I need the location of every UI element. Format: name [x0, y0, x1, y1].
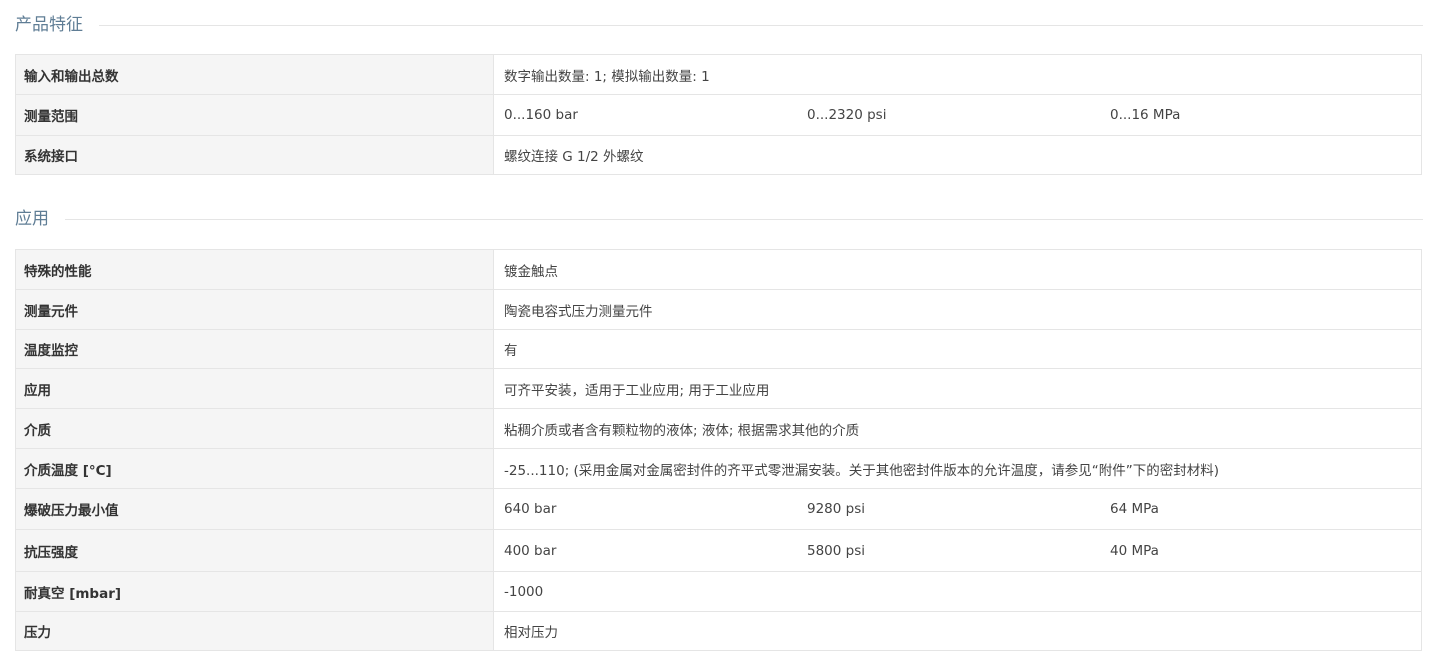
table-row: 应用 可齐平安装，适用于工业应用; 用于工业应用	[15, 368, 1422, 409]
section-heading-application: 应用	[15, 207, 1423, 231]
row-label: 系统接口	[15, 135, 494, 175]
table-row: 耐真空 [mbar] -1000	[15, 571, 1422, 612]
row-label: 特殊的性能	[15, 249, 494, 290]
row-label: 耐真空 [mbar]	[15, 571, 494, 612]
table-row: 温度监控 有	[15, 329, 1422, 369]
table-row: 爆破压力最小值 640 bar 9280 psi 64 MPa	[15, 488, 1422, 530]
table-row: 测量范围 0...160 bar 0...2320 psi 0...16 MPa	[15, 94, 1422, 136]
value-bar: 0...160 bar	[504, 107, 578, 123]
value-bar: 400 bar	[504, 542, 557, 559]
row-label: 输入和输出总数	[15, 54, 494, 95]
table-row: 抗压强度 400 bar 5800 psi 40 MPa	[15, 529, 1422, 572]
table-row: 系统接口 螺纹连接 G 1/2 外螺纹	[15, 135, 1422, 175]
value-mpa: 0...16 MPa	[1110, 107, 1181, 123]
row-value: 有	[493, 329, 1422, 369]
table-row: 介质 粘稠介质或者含有颗粒物的液体; 液体; 根据需求其他的介质	[15, 408, 1422, 449]
value-psi: 0...2320 psi	[807, 107, 887, 123]
row-label: 介质	[15, 408, 494, 449]
value-mpa: 40 MPa	[1110, 542, 1159, 559]
divider	[99, 24, 1423, 26]
row-label: 爆破压力最小值	[15, 488, 494, 530]
application-table: 特殊的性能 镀金触点 测量元件 陶瓷电容式压力测量元件 温度监控 有 应用 可齐…	[15, 249, 1422, 651]
row-value: 0...160 bar 0...2320 psi 0...16 MPa	[493, 94, 1422, 136]
row-value: 数字输出数量: 1; 模拟输出数量: 1	[493, 54, 1422, 95]
value-bar: 640 bar	[504, 501, 557, 517]
table-row: 测量元件 陶瓷电容式压力测量元件	[15, 289, 1422, 330]
row-value: 相对压力	[493, 611, 1422, 651]
section-title: 产品特征	[15, 15, 83, 35]
row-value: -25...110; (采用金属对金属密封件的齐平式零泄漏安装。关于其他密封件版…	[493, 448, 1422, 489]
row-label: 抗压强度	[15, 529, 494, 572]
value-psi: 9280 psi	[807, 501, 866, 517]
row-value: 螺纹连接 G 1/2 外螺纹	[493, 135, 1422, 175]
table-row: 特殊的性能 镀金触点	[15, 249, 1422, 290]
value-mpa: 64 MPa	[1110, 501, 1159, 517]
divider	[65, 218, 1423, 220]
row-value: -1000	[493, 571, 1422, 612]
row-value: 可齐平安装，适用于工业应用; 用于工业应用	[493, 368, 1422, 409]
row-label: 测量范围	[15, 94, 494, 136]
table-row: 压力 相对压力	[15, 611, 1422, 651]
row-label: 测量元件	[15, 289, 494, 330]
row-label: 应用	[15, 368, 494, 409]
row-value: 400 bar 5800 psi 40 MPa	[493, 529, 1422, 572]
row-label: 压力	[15, 611, 494, 651]
table-row: 介质温度 [°C] -25...110; (采用金属对金属密封件的齐平式零泄漏安…	[15, 448, 1422, 489]
product-features-table: 输入和输出总数 数字输出数量: 1; 模拟输出数量: 1 测量范围 0...16…	[15, 54, 1422, 175]
table-row: 输入和输出总数 数字输出数量: 1; 模拟输出数量: 1	[15, 54, 1422, 95]
value-psi: 5800 psi	[807, 542, 866, 559]
row-label: 介质温度 [°C]	[15, 448, 494, 489]
row-value: 粘稠介质或者含有颗粒物的液体; 液体; 根据需求其他的介质	[493, 408, 1422, 449]
row-value: 陶瓷电容式压力测量元件	[493, 289, 1422, 330]
section-title: 应用	[15, 209, 49, 229]
section-heading-product-features: 产品特征	[15, 13, 1423, 37]
row-value: 镀金触点	[493, 249, 1422, 290]
row-label: 温度监控	[15, 329, 494, 369]
row-value: 640 bar 9280 psi 64 MPa	[493, 488, 1422, 530]
